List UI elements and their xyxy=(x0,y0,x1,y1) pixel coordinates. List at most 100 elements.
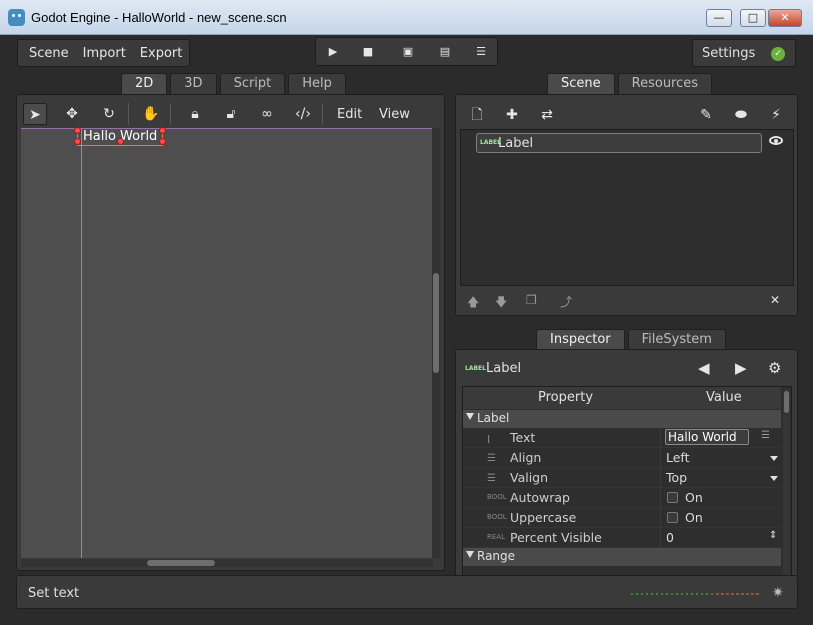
plugin-icon[interactable]: ✎ xyxy=(696,105,716,125)
editor-frame: Scene Import Export ▶ ■ ▣ ▤ ☰ Settings ✓… xyxy=(0,35,813,625)
select-icon[interactable]: ➤ xyxy=(23,103,47,125)
add-node-icon[interactable]: ✚ xyxy=(502,105,522,125)
scene-tree[interactable]: LABEL Label xyxy=(460,129,794,286)
window-titlebar: Godot Engine - HalloWorld - new_scene.sc… xyxy=(0,0,813,35)
viewport-2d-panel: ➤ ✥ ↻ ✋ 🔒︎ 🔓︎ ∞ ‹/› Edit View Hallo Worl… xyxy=(16,94,445,571)
tab-resources[interactable]: Resources xyxy=(617,73,713,95)
valign-value[interactable]: Top xyxy=(666,470,687,485)
text-type-icon: I xyxy=(487,433,491,446)
align-value[interactable]: Left xyxy=(666,450,690,465)
gear-icon[interactable]: ⚙ xyxy=(768,359,781,377)
move-down-icon[interactable]: 🡇︎ xyxy=(495,293,507,314)
tab-filesystem[interactable]: FileSystem xyxy=(627,329,726,351)
property-table-header: Property Value xyxy=(463,387,781,409)
menu-export[interactable]: Export xyxy=(140,46,183,61)
debug-options-icon[interactable]: ☰ xyxy=(473,44,489,60)
scroll-thumb[interactable] xyxy=(433,273,439,373)
resize-handle[interactable] xyxy=(74,138,81,145)
percent-visible-value[interactable]: 0 xyxy=(666,530,674,545)
property-row-align: ☰ Align Left xyxy=(463,448,781,468)
tab-script[interactable]: Script xyxy=(219,73,286,95)
toolbar-separator xyxy=(128,103,129,125)
real-type-icon: REAL xyxy=(487,533,505,541)
move-icon[interactable]: ✥ xyxy=(60,103,84,125)
tree-node-name: Label xyxy=(498,136,534,151)
chevron-down-icon[interactable] xyxy=(770,456,778,461)
delete-icon[interactable]: ✕ xyxy=(770,293,780,307)
tab-3d[interactable]: 3D xyxy=(170,73,217,95)
close-button[interactable]: ✕ xyxy=(768,9,802,27)
play-custom-icon[interactable]: ▤ xyxy=(437,44,453,60)
canvas-2d[interactable]: Hallo World xyxy=(21,127,433,558)
bool-type-icon: BOOL xyxy=(487,513,507,521)
pan-icon[interactable]: ✋ xyxy=(139,103,163,125)
maximize-button[interactable]: □ xyxy=(740,9,766,27)
property-row-autowrap: BOOL Autowrap On xyxy=(463,488,781,508)
text-value-field[interactable]: Hallo World xyxy=(665,429,749,445)
viewport-hscrollbar[interactable] xyxy=(21,559,433,567)
scroll-thumb[interactable] xyxy=(147,560,215,566)
resize-handle[interactable] xyxy=(117,138,124,145)
inspector-scrollbar[interactable] xyxy=(783,389,790,597)
viewport-edit-menu[interactable]: Edit xyxy=(337,107,362,122)
resize-handle[interactable] xyxy=(159,127,166,134)
lock-icon[interactable]: 🔒︎ xyxy=(183,103,207,125)
minimize-button[interactable]: — xyxy=(706,9,732,27)
autowrap-checkbox[interactable] xyxy=(667,492,678,503)
chevron-down-icon[interactable] xyxy=(770,476,778,481)
move-up-icon[interactable]: 🡅︎ xyxy=(467,293,479,314)
column-divider xyxy=(660,448,661,468)
tab-help[interactable]: Help xyxy=(288,73,346,95)
menu-scene[interactable]: Scene xyxy=(29,46,69,61)
property-name: Valign xyxy=(510,470,549,485)
section-range[interactable]: Range xyxy=(463,548,781,566)
instance-icon[interactable]: ⇄ xyxy=(537,105,557,125)
tab-inspector[interactable]: Inspector xyxy=(536,329,625,351)
property-row-percent-visible: REAL Percent Visible 0 ⇕ xyxy=(463,528,781,548)
tree-node-label[interactable]: LABEL Label xyxy=(476,133,762,153)
scroll-thumb[interactable] xyxy=(784,391,789,413)
viewport-view-menu[interactable]: View xyxy=(379,107,410,122)
column-divider xyxy=(660,508,661,528)
group-icon[interactable]: ∞ xyxy=(255,103,279,125)
history-back-icon[interactable]: ◀ xyxy=(698,359,710,377)
eye-icon[interactable] xyxy=(769,136,783,145)
new-script-icon[interactable]: 🗋︎ xyxy=(467,105,487,125)
scene-toolbar: 🗋︎ ✚ ⇄ ✎ ⬬ ⚡︎ xyxy=(456,103,799,127)
viewport-vscrollbar[interactable] xyxy=(432,128,440,558)
tab-2d[interactable]: 2D xyxy=(121,73,168,95)
resize-handle[interactable] xyxy=(159,138,166,145)
play-icon[interactable]: ▶ xyxy=(325,44,341,60)
spinner-arrows-icon[interactable]: ⇕ xyxy=(769,530,777,541)
column-divider xyxy=(660,428,661,448)
property-column-header: Property xyxy=(538,390,594,405)
label-type-icon: LABEL xyxy=(465,365,486,372)
checkbox-label: On xyxy=(685,490,703,505)
rotate-icon[interactable]: ↻ xyxy=(97,103,121,125)
status-message: Set text xyxy=(28,586,80,601)
list-type-icon: ☰ xyxy=(487,453,496,464)
groups-icon[interactable]: ⬬ xyxy=(731,105,751,125)
tab-scene[interactable]: Scene xyxy=(547,73,615,95)
ungroup-icon[interactable]: ‹/› xyxy=(291,103,315,125)
inspector-header: LABEL Label ◀ ▶ ⚙ xyxy=(464,358,794,380)
toolbar-separator xyxy=(322,103,323,125)
multiline-edit-icon[interactable]: ☰ xyxy=(761,430,770,441)
resize-handle[interactable] xyxy=(74,127,81,134)
settings-button[interactable]: Settings ✓ xyxy=(692,39,796,67)
stop-icon[interactable]: ■ xyxy=(360,44,376,60)
checkbox-label: On xyxy=(685,510,703,525)
section-label[interactable]: Label xyxy=(463,410,781,428)
play-toolbar: ▶ ■ ▣ ▤ ☰ xyxy=(315,37,498,66)
inspected-object-name: Label xyxy=(486,361,522,376)
play-scene-icon[interactable]: ▣ xyxy=(400,44,416,60)
progress-spinner-icon: ✷ xyxy=(772,585,784,601)
reparent-icon[interactable]: ⤴ xyxy=(560,293,572,310)
connections-icon[interactable]: ⚡︎ xyxy=(766,105,786,125)
duplicate-icon[interactable]: ❐ xyxy=(526,293,537,307)
history-forward-icon[interactable]: ▶ xyxy=(735,359,747,377)
main-menubar: Scene Import Export xyxy=(17,39,190,67)
menu-import[interactable]: Import xyxy=(83,46,126,61)
unlock-icon[interactable]: 🔓︎ xyxy=(219,103,243,125)
uppercase-checkbox[interactable] xyxy=(667,512,678,523)
